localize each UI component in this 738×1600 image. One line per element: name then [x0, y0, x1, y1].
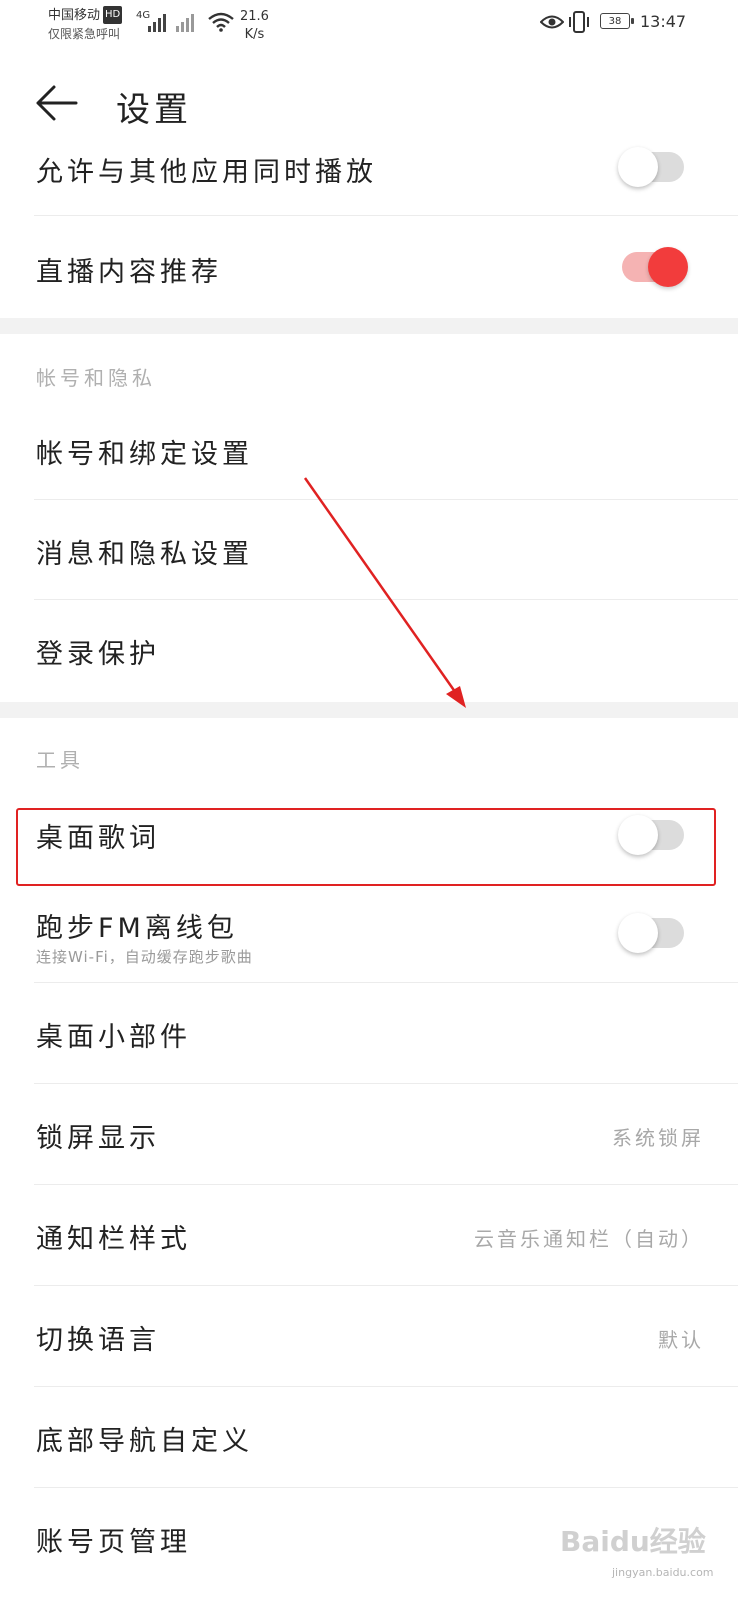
carrier-name: 中国移动	[48, 8, 101, 23]
setting-label: 跑步FM离线包	[36, 913, 238, 944]
setting-label: 桌面小部件	[36, 1022, 191, 1053]
network-speed: 21.6 K/s	[240, 8, 269, 44]
annotation-highlight-box	[16, 808, 716, 886]
setting-sublabel: 连接Wi-Fi，自动缓存跑步歌曲	[36, 948, 253, 966]
setting-value: 默认	[658, 1328, 704, 1352]
setting-row-lock-screen[interactable]: 锁屏显示 系统锁屏	[0, 1084, 738, 1184]
setting-row-login-protection[interactable]: 登录保护	[0, 600, 738, 700]
setting-label: 直播内容推荐	[36, 257, 222, 288]
battery-icon: 38	[600, 13, 634, 29]
signal-icon	[148, 10, 166, 32]
setting-row-allow-playback[interactable]: 允许与其他应用同时播放	[0, 140, 738, 216]
baidu-watermark: Baidu经验	[560, 1525, 706, 1558]
setting-label: 账号页管理	[36, 1527, 191, 1558]
toggle-knob	[618, 147, 658, 187]
toggle-knob	[618, 913, 658, 953]
carrier-info: 中国移动 HD 仅限紧急呼叫	[48, 6, 123, 43]
setting-row-bottom-nav[interactable]: 底部导航自定义	[0, 1387, 738, 1487]
setting-label: 允许与其他应用同时播放	[36, 157, 377, 188]
setting-label: 通知栏样式	[36, 1224, 191, 1255]
signal-secondary-icon	[176, 10, 194, 32]
hd-badge: HD	[103, 6, 123, 24]
page-title: 设置	[116, 90, 192, 130]
setting-label: 帐号和绑定设置	[36, 439, 253, 470]
allow-playback-toggle[interactable]	[618, 147, 684, 187]
section-gap	[0, 318, 738, 334]
setting-row-language[interactable]: 切换语言 默认	[0, 1286, 738, 1386]
setting-row-running-fm[interactable]: 跑步FM离线包 连接Wi-Fi，自动缓存跑步歌曲	[0, 886, 738, 982]
back-arrow-icon[interactable]	[34, 80, 80, 126]
wifi-icon	[208, 12, 234, 32]
setting-label: 底部导航自定义	[36, 1426, 253, 1457]
setting-row-live-recommend[interactable]: 直播内容推荐	[0, 216, 738, 316]
baidu-watermark-url: jingyan.baidu.com	[612, 1566, 714, 1579]
vibrate-icon	[569, 11, 589, 33]
live-recommend-toggle[interactable]	[622, 247, 688, 287]
section-gap	[0, 702, 738, 718]
setting-label: 切换语言	[36, 1325, 160, 1356]
setting-label: 锁屏显示	[36, 1123, 160, 1154]
section-title-tools: 工具	[36, 748, 84, 772]
battery-level: 38	[608, 16, 622, 27]
clock: 13:47	[640, 12, 687, 31]
section-title-account: 帐号和隐私	[36, 366, 156, 390]
speed-unit: K/s	[244, 27, 265, 42]
speed-value: 21.6	[240, 9, 269, 24]
eye-comfort-icon	[540, 15, 564, 29]
setting-label: 登录保护	[36, 639, 160, 670]
setting-value: 云音乐通知栏（自动）	[474, 1227, 704, 1251]
emergency-only-text: 仅限紧急呼叫	[48, 27, 121, 41]
setting-label: 消息和隐私设置	[36, 539, 253, 570]
setting-row-desktop-widget[interactable]: 桌面小部件	[0, 983, 738, 1083]
setting-row-message-privacy[interactable]: 消息和隐私设置	[0, 500, 738, 600]
running-fm-toggle[interactable]	[618, 913, 684, 953]
status-bar: 中国移动 HD 仅限紧急呼叫 4G 21.6 K/s 38 13:47	[0, 0, 738, 52]
toggle-knob	[648, 247, 688, 287]
setting-row-notification-style[interactable]: 通知栏样式 云音乐通知栏（自动）	[0, 1185, 738, 1285]
setting-row-account-binding[interactable]: 帐号和绑定设置	[0, 400, 738, 500]
setting-value: 系统锁屏	[612, 1126, 704, 1150]
app-header: 设置	[0, 60, 738, 150]
